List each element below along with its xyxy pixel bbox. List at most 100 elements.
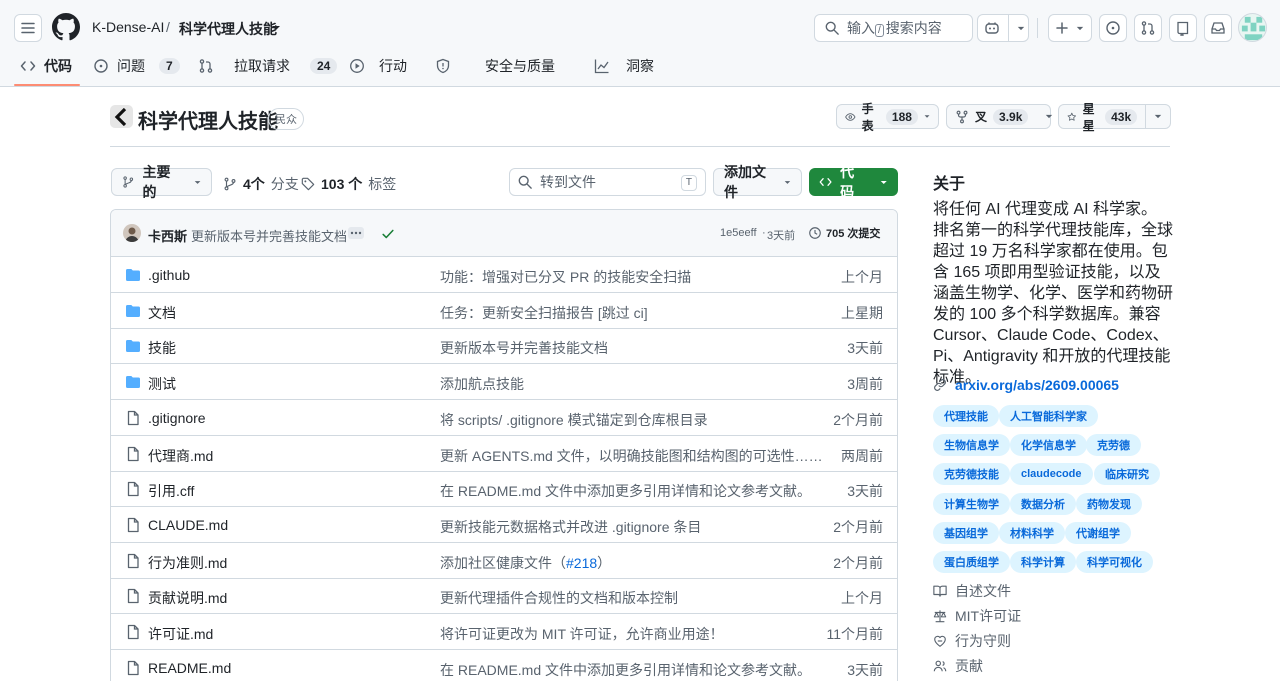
file-row[interactable]: README.md 在 README.md 文件中添加更多引用详情和论文参考文献。… <box>111 650 897 681</box>
topic-tag[interactable]: 临床研究 <box>1094 463 1160 486</box>
file-commit-message[interactable]: 将许可证更改为 MIT 许可证，允许商业用途！ <box>440 624 724 644</box>
copilot-button[interactable] <box>977 14 1029 42</box>
file-row[interactable]: 测试 添加航点技能 3周前 <box>111 364 897 401</box>
tab-insights[interactable]: 洞察 <box>594 50 654 82</box>
topic-tag[interactable]: 人工智能科学家 <box>999 405 1098 427</box>
tab-issues[interactable]: 问题 7 <box>93 50 180 82</box>
topic-tag[interactable]: 代理技能 <box>933 405 999 427</box>
repo-switcher-chevron-icon[interactable] <box>271 25 281 31</box>
code-of-conduct-link[interactable]: 行为守则 <box>933 631 1011 651</box>
topic-tag[interactable]: 化学信息学 <box>1010 434 1087 457</box>
file-commit-message[interactable]: 更新 AGENTS.md 文件，以明确技能图和结构图的可选性…… <box>440 446 823 466</box>
file-commit-message[interactable]: 添加社区健康文件（#218） <box>440 553 611 573</box>
file-commit-message[interactable]: 添加航点技能 <box>440 374 524 394</box>
homepage-link[interactable]: arxiv.org/abs/2609.00065 <box>933 377 1119 393</box>
star-button[interactable]: 星星 43k <box>1058 102 1171 133</box>
file-name[interactable]: 引用.cff <box>148 481 194 501</box>
issues-button[interactable] <box>1099 14 1127 42</box>
user-avatar[interactable] <box>1238 13 1267 42</box>
file-name[interactable]: 许可证.md <box>148 624 213 644</box>
file-row[interactable]: .gitignore 将 scripts/ .gitignore 模式锚定到仓库根… <box>111 400 897 436</box>
commit-author-avatar[interactable] <box>123 224 141 242</box>
topic-tag[interactable]: 克劳德 <box>1086 434 1141 457</box>
check-status-icon[interactable] <box>381 227 395 241</box>
readme-link[interactable]: 自述文件 <box>933 581 1011 601</box>
file-row[interactable]: 代理商.md 更新 AGENTS.md 文件，以明确技能图和结构图的可选性…… 两周… <box>111 436 897 472</box>
github-logo-icon[interactable] <box>52 13 80 41</box>
menu-button[interactable] <box>14 14 42 42</box>
file-commit-message[interactable]: 更新代理插件合规性的文档和版本控制 <box>440 588 678 608</box>
file-commit-time: 2个月前 <box>833 518 883 535</box>
file-row[interactable]: CLAUDE.md 更新技能元数据格式并改进 .gitignore 条目 2个月前 <box>111 507 897 543</box>
file-name[interactable]: 贡献说明.md <box>148 588 227 608</box>
file-name[interactable]: .github <box>148 267 190 283</box>
tab-pull-requests[interactable]: 拉取请求 24 <box>198 50 338 82</box>
file-commit-message[interactable]: 在 README.md 文件中添加更多引用详情和论文参考文献。 <box>440 660 811 680</box>
file-name[interactable]: README.md <box>148 660 231 676</box>
inbox-button[interactable] <box>1204 14 1232 42</box>
fork-button[interactable]: 叉 3.9k <box>946 104 1053 129</box>
topic-tag[interactable]: 蛋白质组学 <box>933 551 1010 573</box>
file-row[interactable]: 贡献说明.md 更新代理插件合规性的文档和版本控制 上个月 <box>111 578 897 615</box>
tab-security[interactable]: 安全与质量 <box>435 50 555 82</box>
file-row[interactable]: 许可证.md 将许可证更改为 MIT 许可证，允许商业用途！ 11个月前 <box>111 614 897 650</box>
topic-tag[interactable]: 科学计算 <box>1010 551 1076 573</box>
tab-code[interactable]: 代码 <box>20 50 72 82</box>
commit-message[interactable]: 更新版本号并完善技能文档 <box>191 226 347 245</box>
branches-link[interactable]: 4个 分支 <box>223 174 299 194</box>
file-commit-message[interactable]: 功能：增强对已分叉 PR 的技能安全扫描 <box>440 267 691 287</box>
file-row[interactable]: 引用.cff 在 README.md 文件中添加更多引用详情和论文参考文献。 3天前 <box>111 471 897 508</box>
file-row[interactable]: 行为准则.md 添加社区健康文件（#218） 2个月前 <box>111 543 897 579</box>
file-commit-message[interactable]: 更新版本号并完善技能文档 <box>440 338 608 358</box>
file-commit-message[interactable]: 更新技能元数据格式并改进 .gitignore 条目 <box>440 517 701 537</box>
commit-history-link[interactable]: 705 次提交 <box>808 225 880 241</box>
file-commit-message[interactable]: 将 scripts/ .gitignore 模式锚定到仓库根目录 <box>440 410 708 430</box>
issue-reference-link[interactable]: #218 <box>566 555 597 571</box>
global-search-input[interactable]: 输入 / 搜索内容 <box>814 14 973 42</box>
topic-tag[interactable]: claudecode <box>1010 463 1093 486</box>
file-name[interactable]: 代理商.md <box>148 446 213 466</box>
topic-tag[interactable]: 计算生物学 <box>933 492 1010 515</box>
commit-expand-button[interactable] <box>348 227 364 239</box>
breadcrumb-repo[interactable]: 科学代理人技能 <box>179 19 277 39</box>
repo-title[interactable]: 科学代理人技能 <box>138 105 278 134</box>
topic-tag[interactable]: 科学可视化 <box>1076 551 1153 573</box>
watch-button[interactable]: 手表 188 <box>836 102 939 133</box>
create-new-button[interactable] <box>1048 14 1092 42</box>
star-list-dropdown[interactable] <box>1146 105 1170 128</box>
topic-tag[interactable]: 代谢组学 <box>1065 521 1131 544</box>
branch-select-button[interactable]: 主要的 <box>111 164 212 200</box>
topic-tag[interactable]: 克劳德技能 <box>933 463 1010 486</box>
topic-tag[interactable]: 数据分析 <box>1010 492 1076 515</box>
pull-requests-button[interactable] <box>1134 14 1162 42</box>
tab-actions[interactable]: 行动 <box>349 50 407 82</box>
file-row[interactable]: .github 功能：增强对已分叉 PR 的技能安全扫描 上个月 <box>111 257 897 293</box>
commit-hash[interactable]: 1e5eeff <box>720 227 757 239</box>
file-name[interactable]: CLAUDE.md <box>148 517 228 533</box>
code-button[interactable]: 代码 <box>809 164 898 200</box>
topic-tag[interactable]: 基因组学 <box>933 521 999 544</box>
file-name[interactable]: 行为准则.md <box>148 553 227 573</box>
license-link[interactable]: MIT许可证 <box>933 606 1021 626</box>
repositories-button[interactable] <box>1169 14 1197 42</box>
file-commit-text: 添加航点技能 <box>440 376 524 393</box>
tab-security-label: 安全与质量 <box>485 58 555 74</box>
file-row[interactable]: 文档 任务：更新安全扫描报告 [跳过 ci] 上星期 <box>111 293 897 329</box>
topic-tag[interactable]: 材料科学 <box>999 521 1065 544</box>
file-row[interactable]: 技能 更新版本号并完善技能文档 3天前 <box>111 328 897 365</box>
add-file-button[interactable]: 添加文件 <box>713 164 802 200</box>
file-name[interactable]: 技能 <box>148 338 176 358</box>
tags-link[interactable]: 103 个 标签 <box>301 174 396 194</box>
file-commit-message[interactable]: 任务：更新安全扫描报告 [跳过 ci] <box>440 303 648 323</box>
topic-tag[interactable]: 生物信息学 <box>933 434 1010 457</box>
file-name[interactable]: .gitignore <box>148 410 206 426</box>
topic-tag[interactable]: 药物发现 <box>1076 492 1142 515</box>
contributing-link[interactable]: 贡献 <box>933 656 983 676</box>
file-commit-message[interactable]: 在 README.md 文件中添加更多引用详情和论文参考文献。 <box>440 481 811 501</box>
breadcrumb-org[interactable]: K-Dense-AI <box>92 19 164 35</box>
file-name[interactable]: 测试 <box>148 374 176 394</box>
file-name[interactable]: 文档 <box>148 303 176 323</box>
repo-owner-avatar[interactable] <box>110 105 133 128</box>
go-to-file-input[interactable]: 转到文件 T <box>509 168 706 196</box>
commit-author[interactable]: 卡西斯 <box>148 226 187 245</box>
